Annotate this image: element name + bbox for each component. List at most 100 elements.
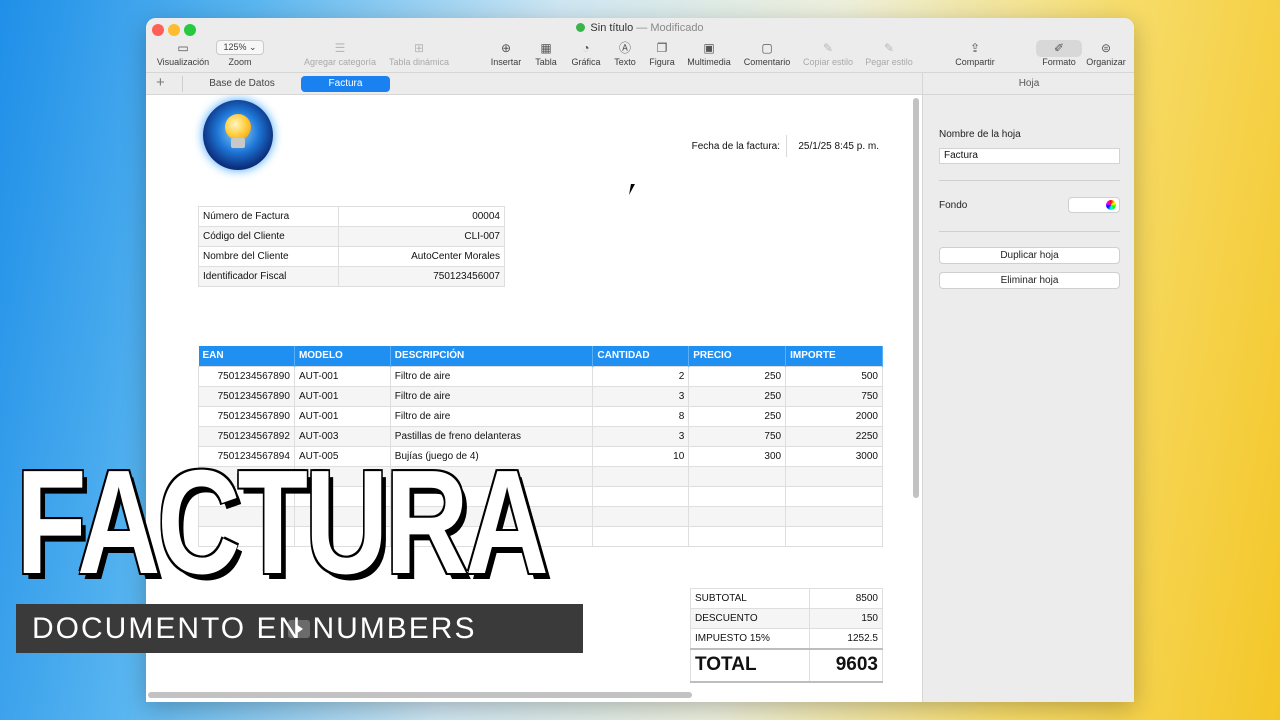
table-cell[interactable]: 750: [785, 385, 883, 407]
chart-button[interactable]: ◔ Gráfica: [568, 40, 604, 67]
sheet-name-input[interactable]: Factura: [939, 148, 1120, 164]
toolbar: Sin título — Modificado ▭ Visualización 1…: [146, 18, 1134, 73]
table-button[interactable]: ▦ Tabla: [532, 40, 560, 67]
table-cell[interactable]: 3000: [785, 445, 883, 467]
table-cell[interactable]: Nombre del Cliente: [198, 246, 339, 267]
table-cell[interactable]: Filtro de aire: [389, 385, 594, 407]
table-cell[interactable]: 750: [688, 425, 787, 447]
pivot-table-icon: ⊞: [413, 41, 425, 55]
mouse-pointer-icon: [629, 184, 639, 195]
format-button[interactable]: ✐ Formato: [1036, 40, 1082, 67]
color-wheel-icon[interactable]: [1106, 200, 1116, 210]
lightbulb-logo-icon: [203, 100, 273, 170]
tab-divider: [182, 76, 183, 92]
table-cell[interactable]: AUT-001: [293, 385, 391, 407]
table-cell[interactable]: 300: [688, 445, 787, 467]
table-cell[interactable]: 7501234567890: [198, 385, 295, 407]
tax-value[interactable]: 1252.5: [809, 628, 883, 649]
table-cell[interactable]: 7501234567890: [198, 405, 295, 427]
horizontal-scrollbar[interactable]: [148, 692, 692, 698]
brush-icon: ✎: [822, 41, 834, 55]
table-row: DESCUENTO 150: [689, 608, 883, 629]
background-label: Fondo: [939, 200, 968, 211]
duplicate-sheet-button[interactable]: Duplicar hoja: [939, 247, 1120, 264]
table-cell[interactable]: AUT-001: [293, 365, 391, 387]
insert-icon: ⊕: [500, 41, 512, 55]
tab-base-de-datos[interactable]: Base de Datos: [194, 76, 290, 92]
table-cell[interactable]: Filtro de aire: [389, 365, 594, 387]
column-header-importe[interactable]: IMPORTE: [785, 346, 883, 366]
column-header-ean[interactable]: EAN: [198, 346, 295, 366]
table-cell[interactable]: 8: [592, 405, 690, 427]
zoom-control[interactable]: 125% ⌄ Zoom: [214, 40, 266, 67]
shape-button[interactable]: ❐ Figura: [646, 40, 678, 67]
table-row: IMPUESTO 15% 1252.5: [689, 628, 883, 649]
comment-icon: ▢: [761, 41, 773, 55]
paste-style-button[interactable]: ✎ Pegar estilo: [862, 40, 916, 67]
column-header-precio[interactable]: PRECIO: [688, 346, 787, 366]
table-cell[interactable]: 250: [688, 385, 787, 407]
tab-factura[interactable]: Factura: [301, 76, 390, 92]
tax-label[interactable]: IMPUESTO 15%: [689, 628, 811, 649]
sidebar-title[interactable]: Hoja: [923, 73, 1134, 95]
table-cell[interactable]: 3: [592, 385, 690, 407]
column-header-modelo[interactable]: MODELO: [294, 346, 391, 366]
column-header-cantidad[interactable]: CANTIDAD: [592, 346, 690, 366]
table-cell[interactable]: 750123456007: [338, 266, 505, 287]
total-value[interactable]: 9603: [809, 647, 883, 683]
table-cell[interactable]: Filtro de aire: [389, 405, 594, 427]
chart-icon: ◔: [582, 41, 590, 55]
view-button[interactable]: ▭ Visualización: [152, 40, 214, 67]
table-cell[interactable]: 3: [592, 425, 690, 447]
table-cell[interactable]: 2: [592, 365, 690, 387]
subtotal-value[interactable]: 8500: [809, 588, 883, 609]
table-cell[interactable]: AutoCenter Morales: [338, 246, 505, 267]
text-button[interactable]: Ⓐ Texto: [612, 40, 638, 67]
paintbrush-icon: ✐: [1036, 40, 1082, 57]
background-color-well[interactable]: [1068, 197, 1120, 213]
table-cell[interactable]: 2000: [785, 405, 883, 427]
table-row: Código del Cliente CLI-007: [198, 226, 505, 247]
table-cell[interactable]: 2250: [785, 425, 883, 447]
pivot-table-button[interactable]: ⊞ Tabla dinámica: [386, 40, 452, 67]
delete-sheet-button[interactable]: Eliminar hoja: [939, 272, 1120, 289]
subtotal-label[interactable]: SUBTOTAL: [689, 588, 811, 609]
discount-value[interactable]: 150: [809, 608, 883, 629]
overlay-subtitle-banner: DOCUMENTO EN NUMBERS: [16, 604, 583, 653]
table-cell[interactable]: Código del Cliente: [198, 226, 339, 247]
table-cell[interactable]: 00004: [338, 206, 505, 227]
table-cell[interactable]: 7501234567890: [198, 365, 295, 387]
total-row: TOTAL 9603: [689, 647, 883, 683]
column-header-descripcion[interactable]: DESCRIPCIÓN: [390, 346, 594, 366]
insert-button[interactable]: ⊕ Insertar: [488, 40, 524, 67]
total-label[interactable]: TOTAL: [689, 647, 811, 683]
zoom-value: 125%: [223, 42, 247, 52]
table-header-row: EAN MODELO DESCRIPCIÓN CANTIDAD PRECIO I…: [198, 346, 883, 366]
table-cell[interactable]: 500: [785, 365, 883, 387]
table-row: Número de Factura 00004: [198, 206, 505, 227]
table-cell[interactable]: 250: [688, 405, 787, 427]
organize-button[interactable]: ⊜ Organizar: [1084, 40, 1128, 67]
copy-style-button[interactable]: ✎ Copiar estilo: [800, 40, 856, 67]
invoice-date-cell[interactable]: Fecha de la factura: 25/1/25 8:45 p. m.: [690, 135, 883, 157]
table-cell[interactable]: Número de Factura: [198, 206, 339, 227]
comment-button[interactable]: ▢ Comentario: [742, 40, 792, 67]
table-cell[interactable]: CLI-007: [338, 226, 505, 247]
table-cell[interactable]: Identificador Fiscal: [198, 266, 339, 287]
table-cell[interactable]: 250: [688, 365, 787, 387]
table-cell[interactable]: AUT-001: [293, 405, 391, 427]
numbers-doc-icon: [576, 23, 586, 32]
share-button[interactable]: ⇪ Compartir: [952, 40, 998, 67]
table-row: Nombre del Cliente AutoCenter Morales: [198, 246, 505, 267]
table-cell[interactable]: 10: [592, 445, 690, 467]
brush-icon: ✎: [883, 41, 895, 55]
modified-status: Modificado: [650, 22, 704, 34]
add-category-button[interactable]: ☰ Agregar categoría: [302, 40, 378, 67]
media-button[interactable]: ▣ Multimedia: [686, 40, 732, 67]
vertical-scrollbar[interactable]: [913, 98, 919, 498]
share-icon: ⇪: [969, 41, 981, 55]
divider: [939, 231, 1120, 232]
discount-label[interactable]: DESCUENTO: [689, 608, 811, 629]
add-sheet-button[interactable]: +: [156, 74, 165, 92]
table-row: 7501234567890 AUT-001 Filtro de aire 8 250 20…: [198, 405, 883, 427]
